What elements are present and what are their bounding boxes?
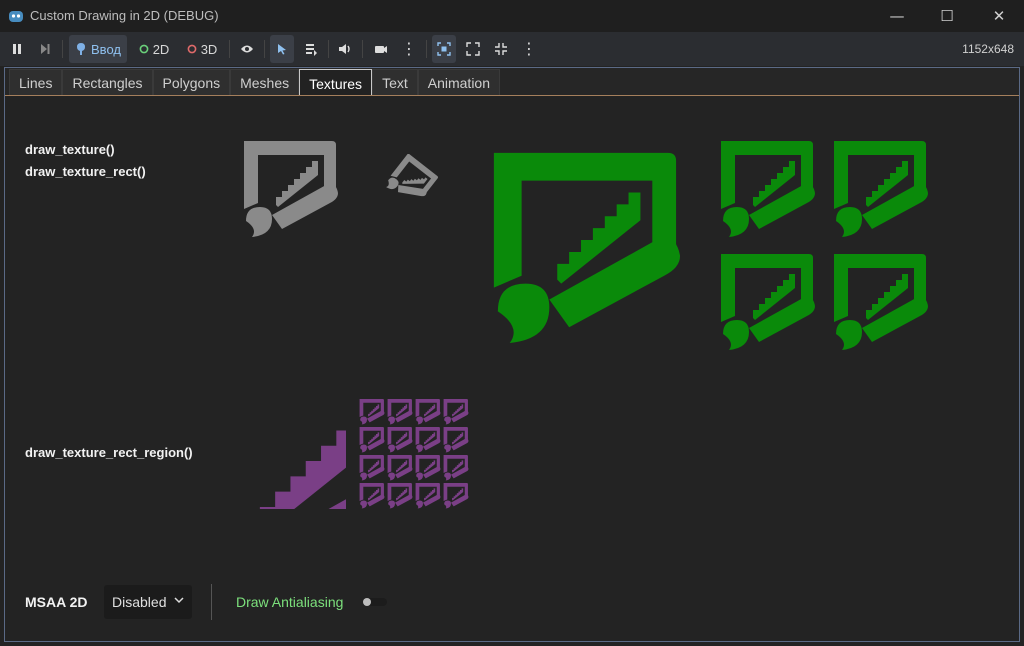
tab-meshes[interactable]: Meshes: [230, 69, 300, 96]
audio-button[interactable]: [334, 35, 356, 63]
texture-purple-region: [233, 409, 346, 509]
more-icon: ⋮: [521, 39, 537, 58]
shrink-button[interactable]: [490, 35, 512, 63]
pause-button[interactable]: [6, 35, 28, 63]
mode-2d-label: 2D: [152, 41, 170, 57]
texture-purple-cell: [359, 427, 385, 453]
texture-green-tile: [828, 137, 930, 239]
input-mode-label: Ввод: [91, 41, 121, 57]
embed-icon: [437, 42, 451, 56]
antialias-label: Draw Antialiasing: [236, 594, 344, 610]
toolbar: Ввод 2D 3D ⋮ ⋮ 1152x648: [0, 32, 1024, 66]
mode-3d-button[interactable]: 3D: [182, 35, 222, 63]
msaa-value: Disabled: [112, 594, 167, 610]
window-title: Custom Drawing in 2D (DEBUG): [30, 8, 219, 23]
title-bar: Custom Drawing in 2D (DEBUG) — ☐ ✕: [0, 0, 1024, 32]
texture-purple-cell: [443, 455, 469, 481]
texture-purple-grid: [358, 398, 470, 510]
tab-lines[interactable]: Lines: [9, 69, 63, 96]
select-arrow-icon: [278, 44, 286, 55]
close-icon: ✕: [992, 7, 1006, 25]
list-icon: [305, 43, 317, 56]
texture-purple-cell: [359, 399, 385, 425]
texture-purple-cell: [387, 427, 413, 453]
camera-icon: [375, 46, 387, 53]
close-button[interactable]: ✕: [976, 0, 1022, 32]
camera-more-button[interactable]: ⋮: [398, 35, 420, 63]
texture-purple-cell: [387, 455, 413, 481]
fullscreen-button[interactable]: [462, 35, 484, 63]
shrink-icon: [495, 43, 507, 55]
texture-green-tile: [715, 137, 817, 239]
texture-purple-cell: [415, 455, 441, 481]
msaa-label: MSAA 2D: [25, 594, 88, 610]
tab-text[interactable]: Text: [372, 69, 418, 96]
pause-icon: [13, 44, 21, 54]
more-icon: ⋮: [401, 39, 417, 58]
input-icon: [77, 43, 86, 55]
step-button[interactable]: [34, 35, 56, 63]
texture-purple-cell: [387, 483, 413, 509]
msaa-dropdown[interactable]: Disabled: [104, 585, 192, 619]
texture-purple-cell: [443, 399, 469, 425]
texture-purple-cell: [415, 483, 441, 509]
tab-bar: Lines Rectangles Polygons Meshes Textures Tex…: [9, 69, 501, 97]
texture-gray-rotated: [376, 154, 446, 208]
fullscreen-icon: [466, 42, 480, 56]
antialias-toggle[interactable]: [361, 596, 389, 608]
step-icon: [41, 44, 50, 54]
texture-purple-cell: [415, 399, 441, 425]
camera-button[interactable]: [370, 35, 392, 63]
texture-purple-cell: [359, 483, 385, 509]
mode-2d-button[interactable]: 2D: [134, 35, 174, 63]
label-draw-texture-rect: draw_texture_rect(): [25, 164, 146, 179]
maximize-icon: ☐: [940, 7, 954, 25]
tab-textures[interactable]: Textures: [299, 69, 373, 97]
texture-green-large: [482, 144, 684, 348]
window-more-button[interactable]: ⋮: [518, 35, 540, 63]
embed-button[interactable]: [432, 35, 456, 63]
texture-purple-cell: [443, 427, 469, 453]
texture-gray: [238, 137, 340, 239]
maximize-button[interactable]: ☐: [924, 0, 970, 32]
texture-green-tile: [715, 250, 817, 352]
list-button[interactable]: [300, 35, 322, 63]
visibility-button[interactable]: [236, 35, 258, 63]
divider: [211, 584, 212, 620]
minimize-button[interactable]: —: [874, 0, 920, 32]
texture-green-tile: [828, 250, 930, 352]
label-draw-texture: draw_texture(): [25, 142, 115, 157]
eye-icon: [241, 45, 253, 53]
tab-polygons[interactable]: Polygons: [152, 69, 231, 96]
godot-icon: [8, 8, 24, 24]
tab-animation[interactable]: Animation: [417, 69, 501, 96]
minimize-icon: —: [889, 7, 905, 25]
label-draw-texture-rect-region: draw_texture_rect_region(): [25, 445, 193, 460]
select-button[interactable]: [270, 35, 294, 63]
resolution-readout: 1152x648: [962, 42, 1014, 56]
circle-2d-icon: [139, 44, 149, 54]
circle-3d-icon: [187, 44, 197, 54]
texture-purple-cell: [359, 455, 385, 481]
texture-purple-cell: [443, 483, 469, 509]
input-mode-button[interactable]: Ввод: [69, 35, 127, 63]
texture-purple-cell: [415, 427, 441, 453]
tab-rectangles[interactable]: Rectangles: [62, 69, 153, 96]
texture-purple-cell: [387, 399, 413, 425]
mode-3d-label: 3D: [200, 41, 218, 57]
chevron-down-icon: [174, 597, 184, 604]
speaker-icon: [339, 44, 350, 54]
